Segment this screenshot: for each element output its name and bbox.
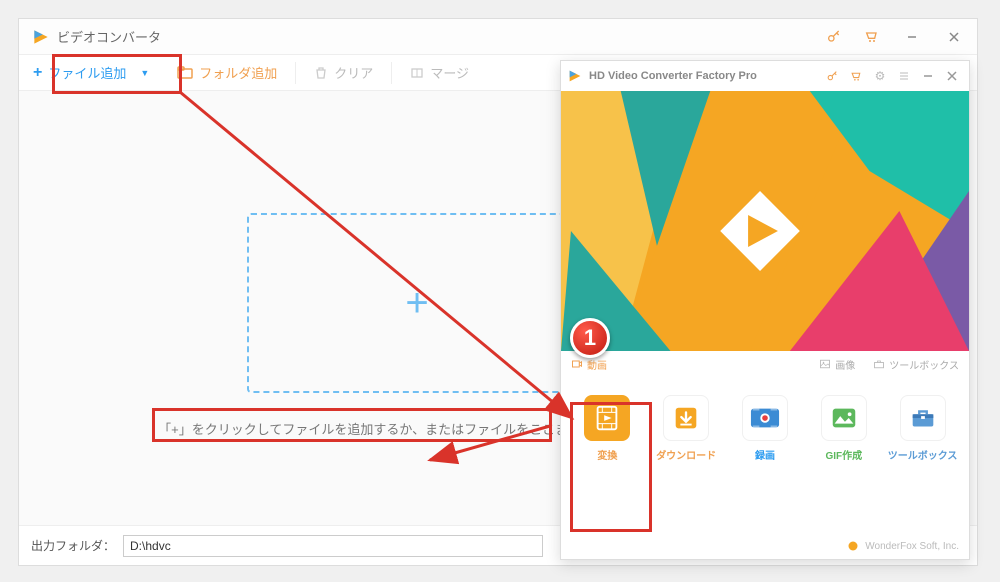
clear-button[interactable]: クリア [300,55,387,91]
tile-toolbox[interactable]: ツールボックス [886,385,959,468]
key-icon[interactable] [821,65,843,87]
image-icon [819,358,831,370]
plus-large-icon: + [405,281,428,326]
output-folder-input[interactable] [123,535,543,557]
tile-toolbox-label: ツールボックス [888,447,958,462]
output-folder-label: 出力フォルダ： [31,537,115,554]
tile-download[interactable]: ダウンロード [650,385,723,468]
trash-icon [314,66,328,80]
hero-banner [561,91,969,351]
add-file-label: ファイル追加 [48,63,126,82]
sub-app-logo-icon [567,68,583,84]
drop-zone[interactable]: + [247,213,587,393]
sub-window: HD Video Converter Factory Pro ⚙ [560,60,970,560]
add-folder-label: フォルダ追加 [199,63,277,82]
sub-footer: WonderFox Soft, Inc. [561,533,969,559]
close-button[interactable] [937,22,971,52]
window-title: ビデオコンバータ [57,27,819,46]
company-name: WonderFox Soft, Inc. [865,541,959,552]
plus-icon: + [33,64,42,82]
key-icon[interactable] [819,22,849,52]
category-video-label: 動画 [587,357,607,372]
merge-button[interactable]: マージ [396,55,483,91]
close-button[interactable] [941,65,963,87]
category-row: 動画 画像 ツールボックス [561,351,969,377]
category-image[interactable]: 画像 [819,357,855,372]
gif-icon [829,403,859,433]
gear-icon[interactable]: ⚙ [869,65,891,87]
add-file-button[interactable]: + ファイル追加 ▼ [19,55,163,91]
clear-label: クリア [334,63,373,82]
app-logo-icon [31,27,51,47]
tile-convert[interactable]: 変換 [571,385,644,468]
add-folder-button[interactable]: フォルダ追加 [163,55,291,91]
category-video[interactable]: 動画 [571,357,607,372]
tile-convert-label: 変換 [597,447,617,462]
merge-icon [410,66,424,80]
tile-gif[interactable]: GIF作成 [807,385,880,468]
merge-label: マージ [430,63,469,82]
main-titlebar: ビデオコンバータ [19,19,977,55]
tile-record-label: 録画 [755,447,775,462]
wonderfox-logo-icon [847,540,859,552]
category-image-label: 画像 [835,357,855,372]
minimize-button[interactable] [895,22,929,52]
toolbox-icon [873,358,885,370]
tile-record[interactable]: 録画 [729,385,802,468]
separator [391,62,392,84]
category-toolbox-label: ツールボックス [889,357,959,372]
annotation-badge-1: 1 [570,318,610,358]
tile-download-label: ダウンロード [656,447,716,462]
briefcase-icon [908,403,938,433]
category-toolbox[interactable]: ツールボックス [873,357,959,372]
sub-window-title: HD Video Converter Factory Pro [589,70,821,82]
tile-row: 変換 ダウンロード 録画 GIF作成 ツールボックス [561,377,969,476]
film-icon [592,403,622,433]
minimize-button[interactable] [917,65,939,87]
sub-titlebar: HD Video Converter Factory Pro ⚙ [561,61,969,91]
folder-icon [177,66,193,80]
record-icon [748,403,782,433]
tile-gif-label: GIF作成 [825,447,862,462]
download-icon [671,403,701,433]
separator [295,62,296,84]
chevron-down-icon: ▼ [140,68,149,78]
list-icon[interactable] [893,65,915,87]
cart-icon[interactable] [857,22,887,52]
video-icon [571,358,583,370]
cart-icon[interactable] [845,65,867,87]
